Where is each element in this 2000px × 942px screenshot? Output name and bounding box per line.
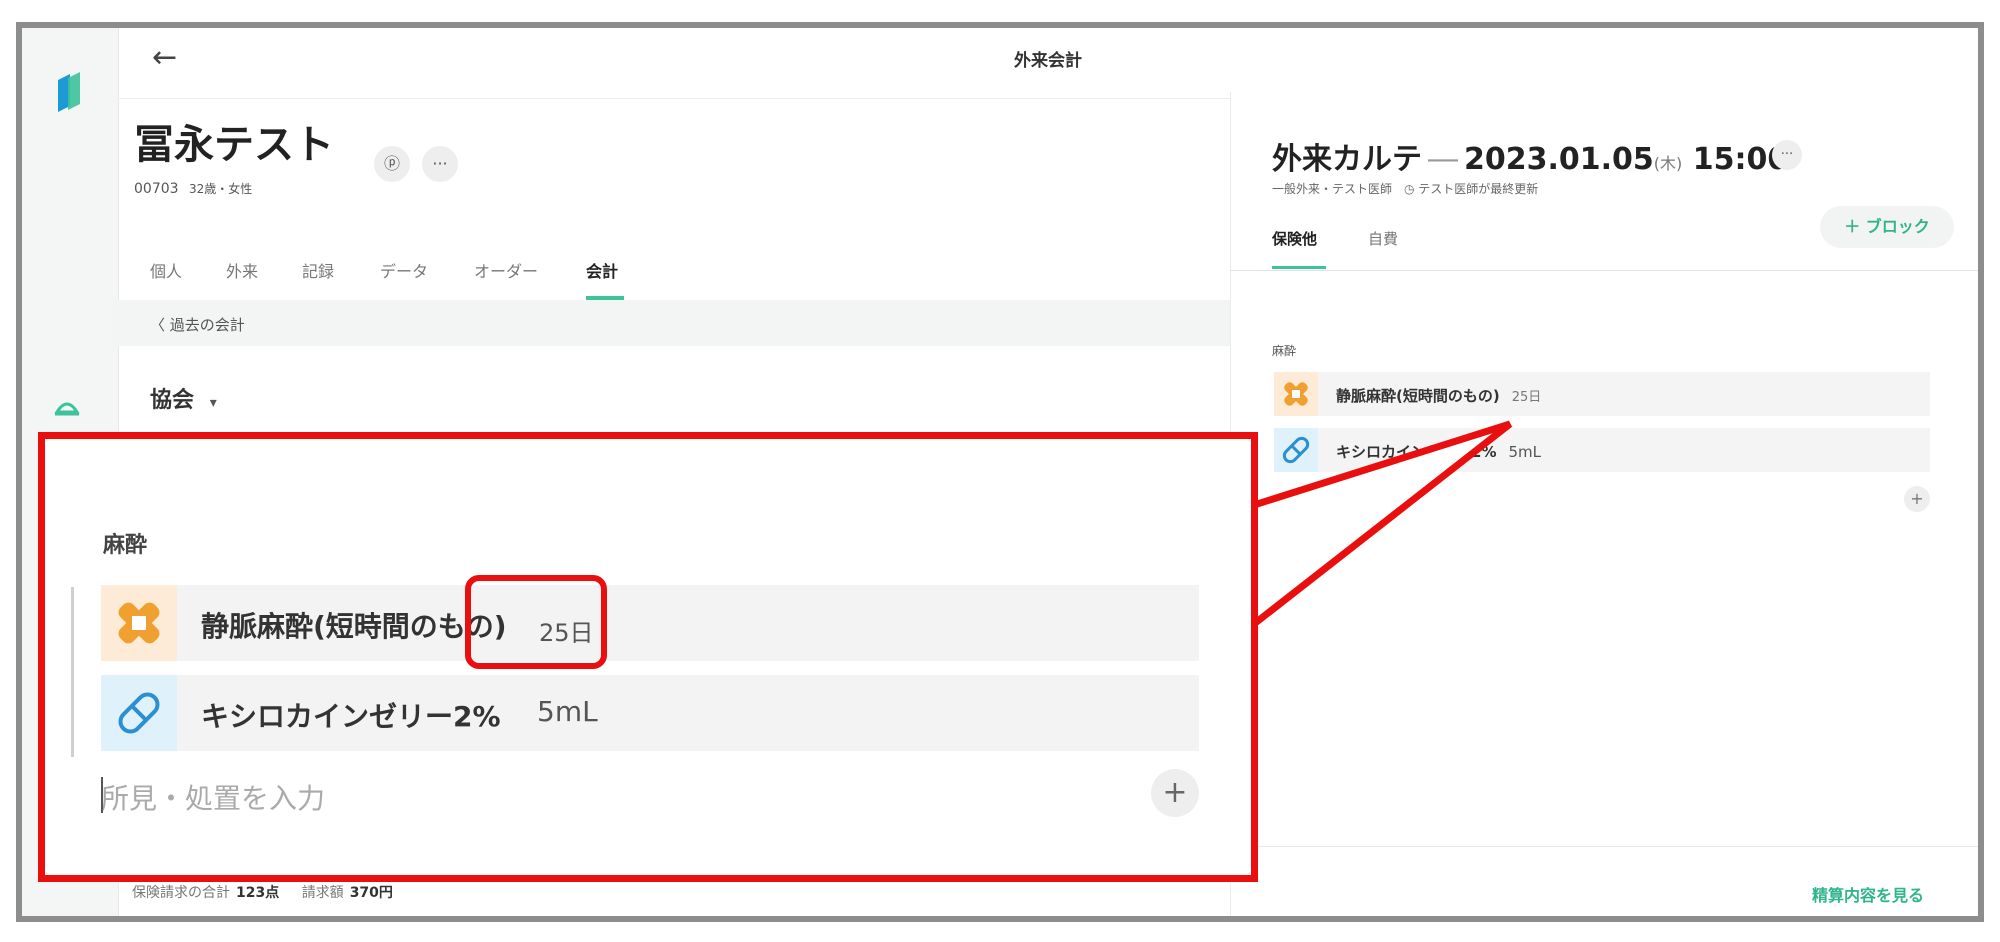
item-name: キシロカインゼリー2% [1336, 443, 1497, 461]
chart-title: 外来カルテ ― 2023.01.05(木) 15:00 [1272, 134, 1788, 178]
item-name: 静脈麻酔(短時間のもの) [1336, 387, 1500, 405]
patient-meta: 00703 32歳・女性 [134, 180, 252, 197]
title-dash: ― [1428, 142, 1458, 177]
chart-subtitle: 一般外来・テスト医師 ◷ テスト医師が最終更新 [1272, 182, 1539, 196]
insurer-select-value: 協会 [150, 388, 195, 413]
patient-name: 冨永テスト [134, 122, 334, 168]
comment-icon[interactable]: ⓟ [374, 146, 410, 182]
page-title: 外来会計 [1014, 51, 1082, 71]
patient-more-button[interactable]: ··· [422, 146, 458, 182]
chart-weekday: (木) [1653, 154, 1683, 173]
chart-title-label: 外来カルテ [1272, 142, 1422, 177]
zoom-vertical-rule [71, 587, 74, 757]
insurance-total-label: 保険請求の合計 [132, 885, 230, 901]
zoom-list-item[interactable]: キシロカインゼリー2% 5mL [101, 675, 1199, 751]
pill-icon [101, 675, 177, 751]
patient-age-sex: 32歳・女性 [189, 182, 253, 196]
chart-date: 2023.01.05 [1464, 142, 1654, 177]
chart-tab-indicator [1272, 266, 1326, 269]
zoom-finding-input[interactable]: 所見・処置を入力 [101, 777, 325, 817]
chart-section-label: 麻酔 [1272, 344, 1297, 358]
list-item[interactable]: 静脈麻酔(短時間のもの) 25日 [1274, 372, 1930, 416]
tab-billing[interactable]: 会計 [586, 258, 618, 282]
list-item[interactable]: キシロカインゼリー2% 5mL [1274, 428, 1930, 472]
highlight-box [465, 575, 607, 669]
add-item-button[interactable]: + [1904, 486, 1930, 512]
tab-records[interactable]: 記録 [302, 258, 334, 282]
bandage-icon [101, 585, 177, 661]
zoom-list-item[interactable]: 静脈麻酔(短時間のもの) 25日 [101, 585, 1199, 661]
tab-insurance[interactable]: 保険他 [1272, 228, 1317, 249]
zoom-item-name: 静脈麻酔(短時間のもの) [201, 610, 507, 643]
pill-icon [1274, 428, 1318, 472]
item-quantity: 5mL [1508, 443, 1541, 461]
tab-personal[interactable]: 個人 [150, 258, 182, 282]
tab-self-pay[interactable]: 自費 [1368, 228, 1398, 249]
billing-amount-value: 370円 [349, 885, 393, 901]
text-caret [101, 777, 103, 813]
past-billing-link[interactable]: 〈 過去の会計 [150, 314, 245, 335]
chevron-down-icon: ▾ [209, 395, 217, 411]
zoom-callout: 麻酔 静脈麻酔(短時間のもの) 25日 キシロカインゼリー2% 5mL 所見・処… [38, 432, 1258, 882]
tab-outpatient[interactable]: 外来 [226, 258, 258, 282]
zoom-item-quantity: 5mL [537, 695, 598, 728]
zoom-add-item-button[interactable]: + [1151, 769, 1199, 817]
item-quantity: 25日 [1511, 390, 1542, 405]
reception-icon[interactable] [52, 392, 82, 422]
top-header: ← 外来会計 [118, 28, 1978, 99]
tab-order[interactable]: オーダー [474, 258, 538, 282]
past-billing-bar [112, 300, 1230, 346]
zoom-section-label: 麻酔 [103, 533, 148, 558]
insurer-select[interactable]: 協会 ▾ [150, 382, 217, 414]
finding-input[interactable]: 所見・処置を入力 [1276, 490, 1388, 510]
insurance-total-value: 123点 [236, 885, 280, 901]
add-block-button[interactable]: ＋ ブロック [1820, 206, 1954, 248]
app-logo-icon [58, 72, 80, 112]
view-settlement-link[interactable]: 精算内容を見る [1812, 882, 1924, 906]
chart-footer-divider [1230, 846, 1978, 847]
billing-summary: 保険請求の合計 123点 請求額 370円 [132, 882, 411, 902]
billing-amount-label: 請求額 [301, 885, 344, 901]
bandage-icon [1274, 372, 1318, 416]
zoom-item-name: キシロカインゼリー2% [201, 700, 501, 733]
chart-divider [1230, 270, 1978, 271]
tab-data[interactable]: データ [380, 258, 428, 282]
chart-more-button[interactable]: ··· [1772, 140, 1802, 170]
patient-id: 00703 [134, 181, 179, 197]
